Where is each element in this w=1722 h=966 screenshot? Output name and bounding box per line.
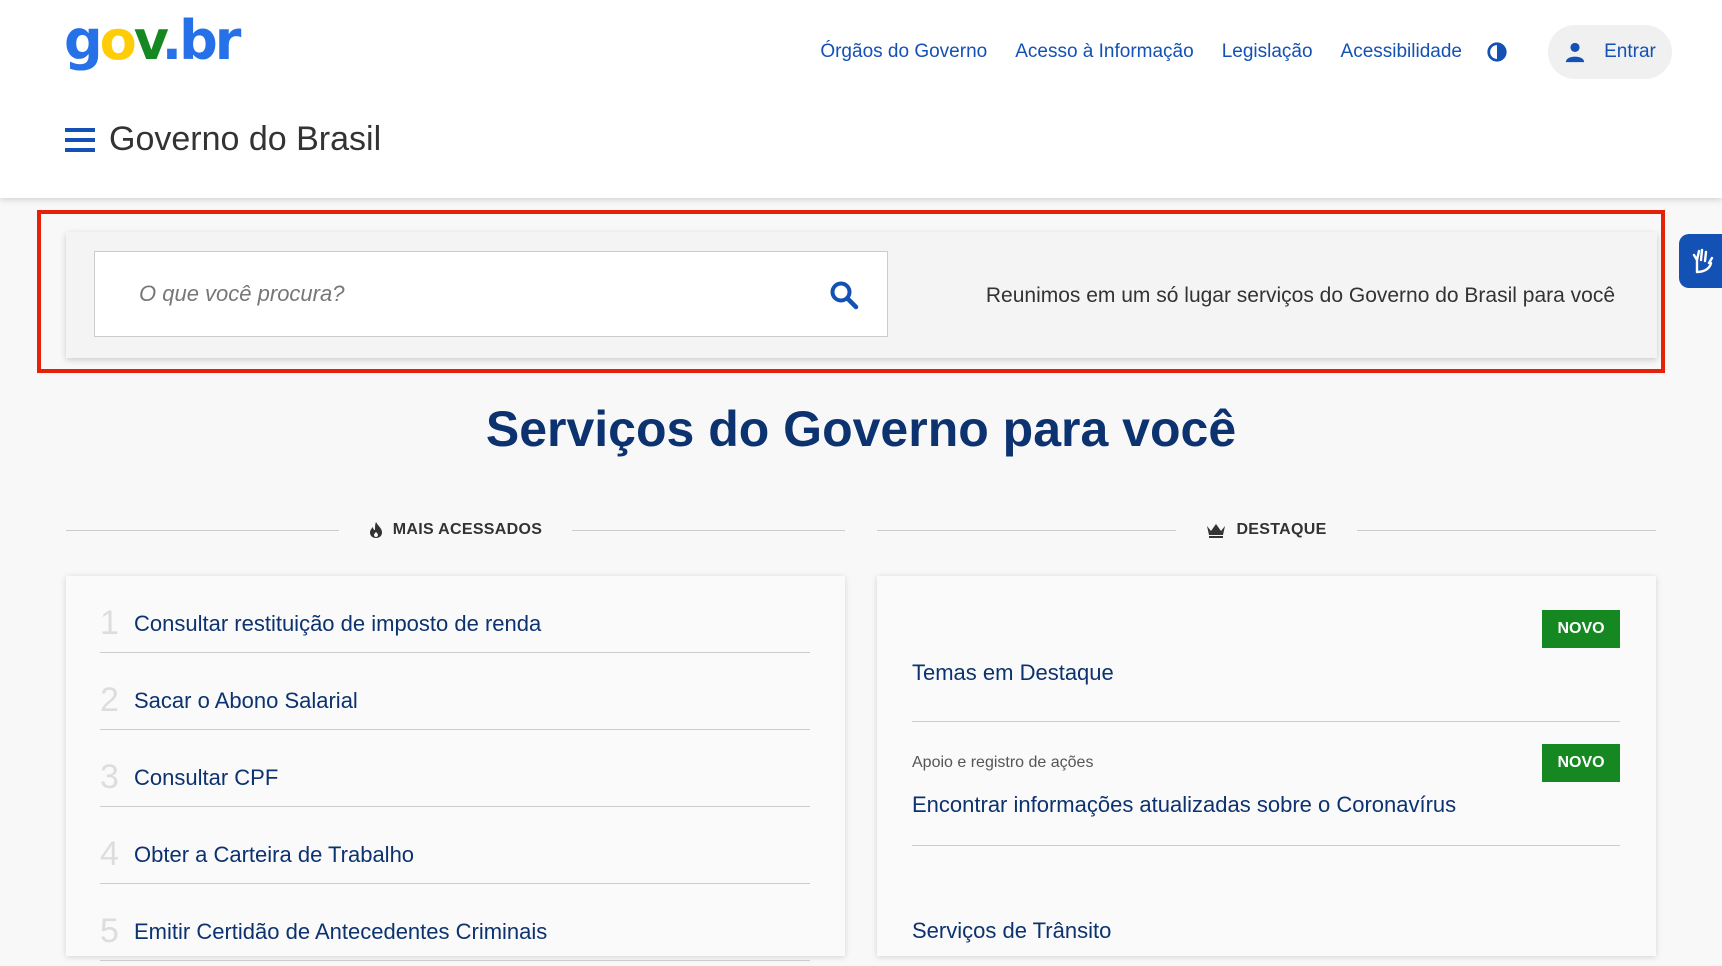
section-label: MAIS ACESSADOS (339, 521, 572, 539)
section-label-text: DESTAQUE (1236, 521, 1327, 538)
search-input[interactable] (95, 252, 795, 336)
search-box (94, 251, 888, 337)
sign-language-icon (1692, 248, 1714, 274)
nav-link-acesso-informacao[interactable]: Acesso à Informação (1015, 41, 1193, 63)
divider (877, 529, 1177, 531)
item-number: 3 (100, 758, 119, 796)
menu-icon[interactable] (65, 126, 95, 154)
most-accessed-card: 1 Consultar restituição de imposto de re… (66, 576, 845, 961)
flame-icon (369, 522, 382, 538)
highlights-heading: DESTAQUE (877, 518, 1656, 542)
list-item[interactable]: 5 Emitir Certidão de Antecedentes Crimin… (100, 884, 810, 961)
item-link[interactable]: Emitir Certidão de Antecedentes Criminai… (134, 919, 547, 945)
search-icon[interactable] (829, 280, 859, 310)
new-badge: NOVO (1542, 744, 1620, 782)
item-number: 1 (100, 604, 119, 642)
item-link[interactable]: Consultar restituição de imposto de rend… (134, 611, 541, 637)
item-link[interactable]: Obter a Carteira de Trabalho (134, 842, 414, 868)
user-icon (1565, 42, 1585, 63)
logo-letter: o (99, 9, 137, 72)
highlight-link[interactable]: Encontrar informações atualizadas sobre … (912, 792, 1456, 818)
item-link[interactable]: Sacar o Abono Salarial (134, 688, 358, 714)
divider (572, 529, 845, 531)
highlight-item[interactable]: Serviços de Trânsito (912, 846, 1620, 966)
divider (1356, 529, 1656, 531)
list-item[interactable]: 3 Consultar CPF (100, 730, 810, 807)
search-tagline: Reunimos em um só lugar serviços do Gove… (985, 284, 1615, 307)
login-label: Entrar (1604, 41, 1656, 62)
nav-link-acessibilidade[interactable]: Acessibilidade (1341, 41, 1462, 63)
contrast-icon[interactable] (1486, 41, 1508, 63)
nav-link-legislacao[interactable]: Legislação (1222, 41, 1313, 63)
highlight-item[interactable]: NOVO Apoio e registro de ações Encontrar… (912, 722, 1620, 846)
highlight-link[interactable]: Serviços de Trânsito (912, 918, 1111, 944)
list-item[interactable]: 4 Obter a Carteira de Trabalho (100, 807, 810, 884)
divider (66, 529, 339, 531)
logo-letter: br (179, 9, 241, 72)
search-section: Reunimos em um só lugar serviços do Gove… (66, 232, 1657, 358)
list-item[interactable]: 2 Sacar o Abono Salarial (100, 653, 810, 730)
crown-icon (1207, 524, 1226, 538)
most-accessed-heading: MAIS ACESSADOS (66, 518, 845, 542)
logo-letter: . (161, 9, 182, 72)
item-number: 2 (100, 681, 119, 719)
item-number: 4 (100, 835, 119, 873)
section-label: DESTAQUE (1176, 521, 1356, 539)
login-button[interactable]: Entrar (1548, 25, 1672, 79)
section-label-text: MAIS ACESSADOS (392, 521, 543, 538)
logo-letter: g (64, 9, 103, 72)
highlights-card: NOVO Temas em Destaque NOVO Apoio e regi… (877, 576, 1656, 956)
site-title[interactable]: Governo do Brasil (109, 120, 381, 159)
highlight-link[interactable]: Temas em Destaque (912, 660, 1114, 686)
site-title-bar: Governo do Brasil (65, 120, 381, 159)
govbr-logo[interactable]: gov.br (64, 14, 241, 68)
vlibras-widget[interactable] (1679, 234, 1722, 288)
new-badge: NOVO (1542, 610, 1620, 648)
item-number: 5 (100, 912, 119, 950)
list-item[interactable]: 1 Consultar restituição de imposto de re… (100, 576, 810, 653)
highlight-item[interactable]: NOVO Temas em Destaque (912, 610, 1620, 722)
page-title: Serviços do Governo para você (485, 401, 1237, 457)
item-link[interactable]: Consultar CPF (134, 765, 278, 791)
site-header: gov.br Órgãos do Governo Acesso à Inform… (0, 0, 1722, 198)
nav-link-orgaos[interactable]: Órgãos do Governo (820, 41, 987, 63)
top-nav: Órgãos do Governo Acesso à Informação Le… (792, 25, 1672, 79)
highlight-subtitle: Apoio e registro de ações (912, 754, 1094, 771)
logo-letter: v (133, 9, 165, 72)
